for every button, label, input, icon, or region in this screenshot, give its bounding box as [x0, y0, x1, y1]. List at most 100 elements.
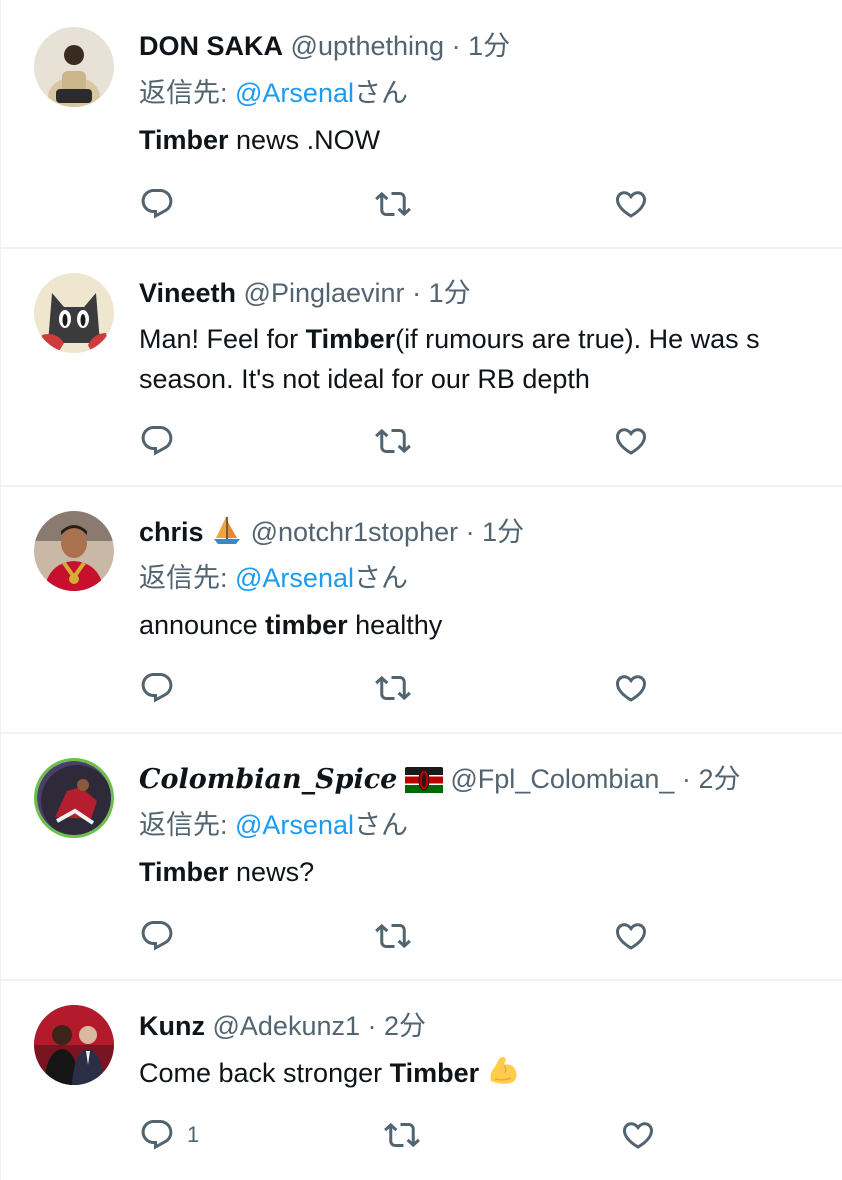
- tweet-header: chris @notchr1stopher · 1分: [139, 514, 842, 550]
- tweet-text-rest: news?: [228, 857, 315, 887]
- user-handle[interactable]: @notchr1stopher: [251, 517, 459, 547]
- tweet-actions: 1: [139, 1115, 842, 1155]
- retweet-icon: [375, 186, 411, 222]
- tweet-header: Kunz @Adekunz1 · 2分: [139, 1008, 842, 1044]
- football-avatar[interactable]: [34, 758, 114, 838]
- timestamp[interactable]: 2分: [698, 764, 740, 794]
- retweet-icon: [384, 1117, 420, 1153]
- reply-button[interactable]: [139, 916, 175, 956]
- tweet-actions: [139, 184, 842, 224]
- retweet-button[interactable]: [375, 916, 411, 956]
- tweet-text-pre: Come back stronger: [139, 1058, 390, 1088]
- reply-button[interactable]: [139, 668, 175, 708]
- tweet-text-pre: Man! Feel for: [139, 324, 306, 354]
- player-avatar[interactable]: [34, 511, 114, 591]
- display-name[interactable]: chris: [139, 517, 204, 547]
- user-handle[interactable]: @Adekunz1: [213, 1011, 361, 1041]
- reply-suffix: さん: [353, 810, 408, 840]
- like-button[interactable]: [613, 668, 649, 708]
- reply-prefix: 返信先:: [139, 78, 236, 108]
- mention-link[interactable]: @Arsenal: [235, 78, 354, 108]
- tweet-text: Timber news?: [139, 854, 842, 890]
- tweet-text-continued: season. It's not ideal for our RB depth: [139, 364, 590, 394]
- cat-avatar[interactable]: [34, 273, 114, 353]
- reply-prefix: 返信先:: [139, 563, 236, 593]
- mention-link[interactable]: @Arsenal: [235, 810, 354, 840]
- tweet-card[interactable]: DON SAKA @upthething · 1分 返信先: @Arsenalさ…: [1, 0, 842, 249]
- timestamp[interactable]: 1分: [468, 31, 510, 61]
- like-button[interactable]: [613, 916, 649, 956]
- reply-context: 返信先: @Arsenalさん: [139, 560, 842, 596]
- tweet-text-post: (if rumours are true). He was s: [395, 324, 760, 354]
- like-icon: [613, 918, 649, 954]
- tweet-card[interactable]: Vineeth @Pinglaevinr · 1分 Man! Feel for …: [1, 249, 842, 487]
- tweet-feed: DON SAKA @upthething · 1分 返信先: @Arsenalさ…: [0, 0, 842, 1180]
- retweet-button[interactable]: [375, 184, 411, 224]
- separator-dot: ·: [412, 278, 422, 308]
- reply-icon: [139, 670, 175, 706]
- separator-dot: ·: [451, 31, 461, 61]
- reply-count: 1: [187, 1122, 200, 1147]
- reply-icon: [139, 186, 175, 222]
- separator-dot: ·: [465, 517, 475, 547]
- retweet-button[interactable]: [384, 1115, 420, 1155]
- highlighted-term: Timber: [139, 125, 229, 155]
- reply-icon: [139, 423, 175, 459]
- reply-context: 返信先: @Arsenalさん: [139, 807, 842, 843]
- like-button[interactable]: [620, 1115, 656, 1155]
- retweet-button[interactable]: [375, 668, 411, 708]
- retweet-button[interactable]: [375, 421, 411, 461]
- like-button[interactable]: [613, 184, 649, 224]
- tweet-header: 𝑪𝒐𝒍𝒐𝒎𝒃𝒊𝒂𝒏_𝑺𝒑𝒊𝒄𝒆 @Fpl_Colombian_ · 2分: [139, 761, 842, 798]
- tweet-card[interactable]: 𝑪𝒐𝒍𝒐𝒎𝒃𝒊𝒂𝒏_𝑺𝒑𝒊𝒄𝒆 @Fpl_Colombian_ · 2分 返信先…: [1, 734, 842, 981]
- timestamp[interactable]: 1分: [482, 517, 524, 547]
- sailboat-emoji: [214, 517, 241, 544]
- tweet-text: Man! Feel for Timber(if rumours are true…: [139, 321, 842, 357]
- reply-prefix: 返信先:: [139, 810, 236, 840]
- highlighted-term: Timber: [389, 1058, 480, 1088]
- mention-link[interactable]: @Arsenal: [235, 563, 354, 593]
- like-icon: [613, 423, 649, 459]
- tweet-card[interactable]: chris @notchr1stopher · 1分 返信先: @Arsenal…: [1, 487, 842, 734]
- two-men-avatar[interactable]: [34, 1005, 114, 1085]
- like-button[interactable]: [613, 421, 649, 461]
- tweet-text-line-2: season. It's not ideal for our RB depth: [139, 361, 842, 397]
- kenya-flag-emoji: [404, 767, 443, 793]
- like-icon: [613, 670, 649, 706]
- timestamp[interactable]: 2分: [384, 1011, 426, 1041]
- timestamp[interactable]: 1分: [429, 278, 471, 308]
- reply-suffix: さん: [353, 78, 408, 108]
- display-name[interactable]: Vineeth: [139, 278, 236, 308]
- like-icon: [613, 186, 649, 222]
- tweet-header: Vineeth @Pinglaevinr · 1分: [139, 275, 842, 311]
- tweet-text: Come back stronger Timber: [139, 1053, 842, 1091]
- retweet-icon: [375, 918, 411, 954]
- highlighted-term: Timber: [305, 324, 396, 354]
- reply-icon: [139, 1117, 175, 1153]
- tweet-actions: [139, 421, 842, 461]
- tweet-card[interactable]: Kunz @Adekunz1 · 2分 Come back stronger T…: [1, 981, 842, 1180]
- user-handle[interactable]: @Fpl_Colombian_: [450, 764, 674, 794]
- highlighted-term: timber: [265, 610, 348, 640]
- display-name[interactable]: Kunz: [139, 1011, 205, 1041]
- tweet-text: Timber news .NOW: [139, 122, 842, 158]
- tweet-text-rest: news .NOW: [228, 125, 381, 155]
- reply-button[interactable]: [139, 184, 175, 224]
- tweet-header: DON SAKA @upthething · 1分: [139, 28, 842, 64]
- reply-icon: [139, 918, 175, 954]
- tweet-text-post: healthy: [347, 610, 443, 640]
- flexed-biceps-emoji: [490, 1057, 517, 1084]
- highlighted-term: Timber: [139, 857, 229, 887]
- separator-dot: ·: [367, 1011, 377, 1041]
- user-handle[interactable]: @Pinglaevinr: [244, 278, 405, 308]
- user-handle[interactable]: @upthething: [291, 31, 445, 61]
- tweet-text-pre: announce: [139, 610, 266, 640]
- reply-suffix: さん: [353, 563, 408, 593]
- like-icon: [620, 1117, 656, 1153]
- reply-button[interactable]: [139, 421, 175, 461]
- reply-button[interactable]: 1: [139, 1115, 199, 1155]
- display-name[interactable]: DON SAKA: [139, 31, 283, 61]
- tweet-text: announce timber healthy: [139, 607, 842, 643]
- person-avatar[interactable]: [34, 27, 114, 107]
- display-name[interactable]: 𝑪𝒐𝒍𝒐𝒎𝒃𝒊𝒂𝒏_𝑺𝒑𝒊𝒄𝒆: [139, 764, 397, 795]
